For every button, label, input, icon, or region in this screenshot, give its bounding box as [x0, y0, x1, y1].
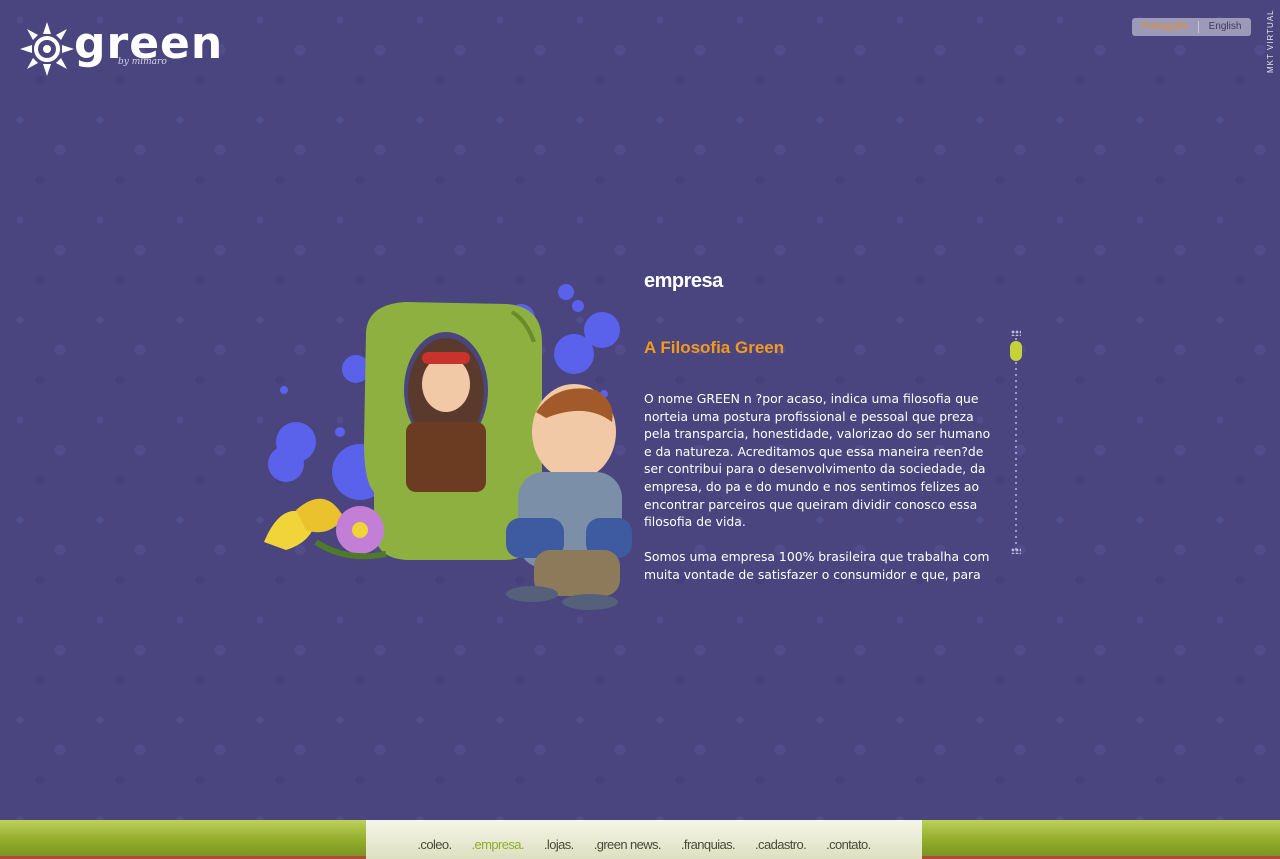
nav-item-cadastro[interactable]: .cadastro. [755, 837, 807, 852]
nav-item-empresa[interactable]: .empresa. [472, 837, 525, 852]
lang-english[interactable]: English [1199, 18, 1251, 36]
nav-item-lojas[interactable]: .lojas. [544, 837, 574, 852]
main-nav: .coleo. .empresa. .lojas. .green news. .… [366, 820, 922, 859]
lang-portuguese[interactable]: Português [1132, 18, 1198, 36]
language-switch: Português English [1132, 18, 1251, 36]
scroll-thumb[interactable] [1010, 341, 1022, 361]
nav-item-contato[interactable]: .contato. [826, 837, 871, 852]
nav-item-colecao[interactable]: .coleo. [417, 837, 452, 852]
article-scrollbar[interactable] [1008, 330, 1024, 560]
kids-letter-g-illustration [264, 284, 632, 610]
agency-credit[interactable]: MKT VIRTUAL [1266, 8, 1278, 74]
logo-byline: by mimaro [118, 57, 167, 67]
scroll-track[interactable] [1015, 336, 1017, 552]
nav-item-green-news[interactable]: .green news. [594, 837, 662, 852]
section-title: empresa [644, 270, 723, 292]
article-body[interactable]: O nome GREEN n ?por acaso, indica uma fi… [644, 390, 994, 582]
sun-logo-icon [20, 22, 74, 76]
nav-item-franquias[interactable]: .franquias. [681, 837, 736, 852]
article-paragraph: Somos uma empresa 100% brasileira que tr… [644, 549, 990, 582]
brand-logo[interactable]: green by mimaro [18, 18, 222, 80]
article-title: A Filosofia Green [644, 338, 785, 357]
hero-illustration [256, 272, 640, 622]
article-paragraph: O nome GREEN n ?por acaso, indica uma fi… [644, 391, 991, 530]
scroll-down-cap[interactable] [1011, 548, 1021, 554]
